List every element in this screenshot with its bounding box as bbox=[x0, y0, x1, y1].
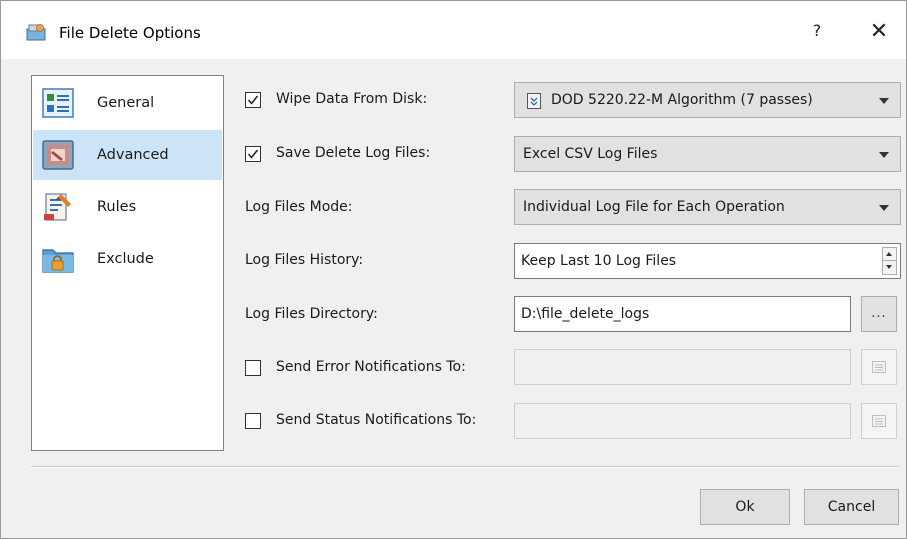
status-notify-checkbox[interactable] bbox=[245, 413, 261, 429]
checkmark-icon bbox=[247, 95, 259, 105]
log-format-select[interactable]: Excel CSV Log Files bbox=[514, 136, 901, 172]
save-log-checkbox[interactable] bbox=[245, 146, 261, 162]
advanced-settings-icon bbox=[41, 138, 75, 172]
general-settings-icon bbox=[41, 86, 75, 120]
algorithm-icon bbox=[527, 93, 541, 109]
nav-item-rules[interactable]: Rules bbox=[33, 182, 222, 232]
title-bar: File Delete Options ? ✕ bbox=[1, 1, 906, 59]
footer-separator-highlight bbox=[31, 467, 899, 468]
wipe-algorithm-value: DOD 5220.22-M Algorithm (7 passes) bbox=[551, 92, 813, 108]
rules-icon bbox=[41, 190, 75, 224]
wipe-data-checkbox[interactable] bbox=[245, 92, 261, 108]
dropdown-arrow-icon bbox=[879, 205, 889, 211]
arrow-up-icon bbox=[886, 252, 892, 256]
spinner-up-button[interactable] bbox=[883, 248, 896, 261]
wipe-algorithm-select[interactable]: DOD 5220.22-M Algorithm (7 passes) bbox=[514, 82, 901, 118]
save-log-label: Save Delete Log Files: bbox=[276, 145, 431, 161]
spinner-buttons bbox=[882, 247, 897, 275]
log-history-value: Keep Last 10 Log Files bbox=[521, 253, 677, 269]
close-button[interactable]: ✕ bbox=[864, 17, 894, 47]
error-notify-list-button[interactable] bbox=[861, 349, 897, 385]
checkmark-icon bbox=[247, 149, 259, 159]
nav-label-exclude: Exclude bbox=[97, 251, 154, 267]
spinner-down-button[interactable] bbox=[883, 261, 896, 274]
log-mode-label: Log Files Mode: bbox=[245, 199, 353, 215]
error-notify-checkbox[interactable] bbox=[245, 360, 261, 376]
nav-item-general[interactable]: General bbox=[33, 78, 222, 128]
exclude-folder-lock-icon bbox=[41, 242, 75, 276]
arrow-down-icon bbox=[886, 265, 892, 269]
nav-label-advanced: Advanced bbox=[97, 147, 169, 163]
ok-button[interactable]: Ok bbox=[700, 489, 790, 525]
options-nav: General Advanced Rules Exclude bbox=[31, 75, 224, 451]
address-list-icon bbox=[872, 361, 886, 373]
help-button[interactable]: ? bbox=[807, 21, 827, 45]
file-delete-options-dialog: File Delete Options ? ✕ General Advanced… bbox=[0, 0, 907, 539]
nav-item-exclude[interactable]: Exclude bbox=[33, 234, 222, 284]
address-list-icon bbox=[872, 415, 886, 427]
status-notify-input[interactable] bbox=[514, 403, 851, 439]
error-notify-label: Send Error Notifications To: bbox=[276, 359, 466, 375]
log-mode-select[interactable]: Individual Log File for Each Operation bbox=[514, 189, 901, 225]
browse-dir-button[interactable]: ... bbox=[861, 296, 897, 332]
status-notify-label: Send Status Notifications To: bbox=[276, 412, 477, 428]
cancel-button[interactable]: Cancel bbox=[804, 489, 899, 525]
app-icon bbox=[25, 23, 47, 41]
nav-label-rules: Rules bbox=[97, 199, 137, 215]
log-mode-value: Individual Log File for Each Operation bbox=[523, 199, 785, 215]
status-notify-list-button[interactable] bbox=[861, 403, 897, 439]
nav-item-advanced[interactable]: Advanced bbox=[33, 130, 222, 180]
wipe-data-label: Wipe Data From Disk: bbox=[276, 91, 428, 107]
browse-dots: ... bbox=[871, 306, 887, 321]
log-history-spinner[interactable]: Keep Last 10 Log Files bbox=[514, 243, 901, 279]
log-dir-input[interactable]: D:\file_delete_logs bbox=[514, 296, 851, 332]
log-dir-label: Log Files Directory: bbox=[245, 306, 378, 322]
error-notify-input[interactable] bbox=[514, 349, 851, 385]
log-dir-value: D:\file_delete_logs bbox=[521, 306, 650, 322]
log-history-label: Log Files History: bbox=[245, 252, 364, 268]
log-format-value: Excel CSV Log Files bbox=[523, 146, 658, 162]
dropdown-arrow-icon bbox=[879, 152, 889, 158]
dropdown-arrow-icon bbox=[879, 98, 889, 104]
nav-label-general: General bbox=[97, 95, 155, 111]
window-title: File Delete Options bbox=[59, 24, 201, 42]
